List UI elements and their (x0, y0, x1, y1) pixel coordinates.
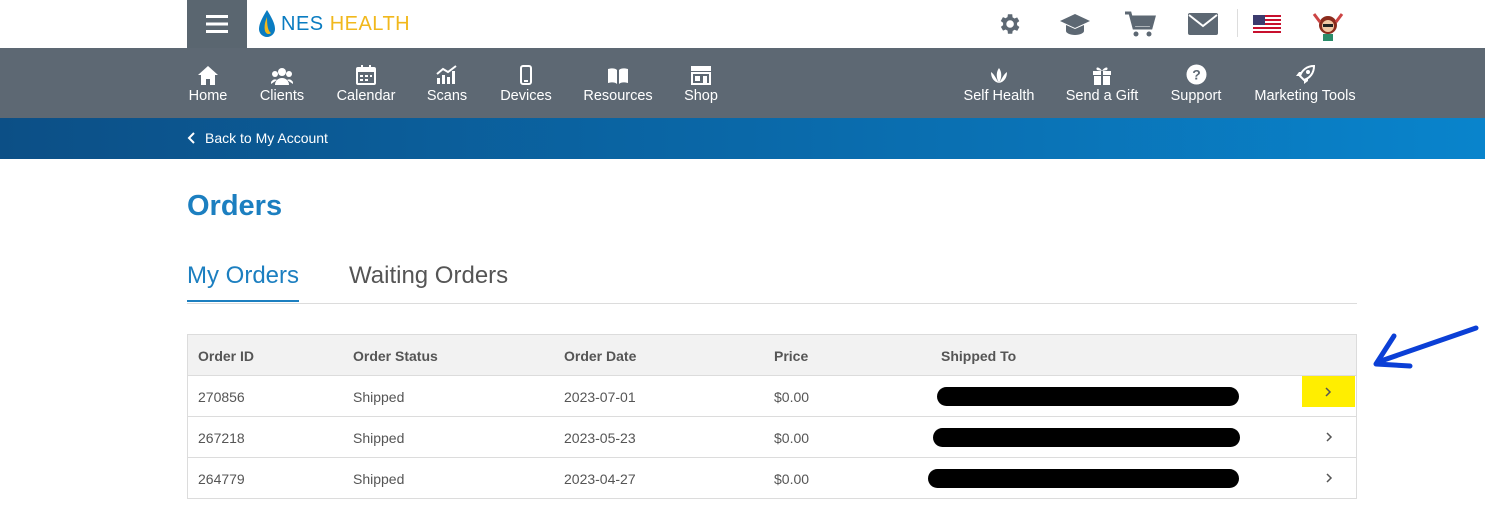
store-icon (690, 63, 712, 85)
column-header-order-date[interactable]: Order Date (564, 348, 636, 364)
droplet-icon (259, 10, 275, 37)
menu-button[interactable] (187, 0, 247, 48)
nav-label: Devices (500, 87, 552, 104)
table-row[interactable]: 270856 Shipped 2023-07-01 $0.00 (188, 376, 1356, 417)
page-title: Orders (187, 190, 283, 222)
brand-logo[interactable]: NES HEALTH (257, 8, 410, 40)
order-status: Shipped (353, 471, 405, 487)
order-price: $0.00 (774, 389, 810, 405)
mail-icon[interactable] (1187, 8, 1219, 40)
nav-label: Marketing Tools (1254, 87, 1356, 104)
brand-name-part2: HEALTH (329, 12, 411, 35)
main-nav: Home Clients Calendar Scans Devices Reso… (0, 48, 1485, 118)
home-icon (198, 63, 218, 85)
sub-header: Back to My Account (0, 118, 1485, 159)
gear-icon[interactable] (993, 8, 1025, 40)
order-date: 2023-05-23 (564, 430, 636, 446)
gift-icon (1092, 63, 1112, 85)
order-price: $0.00 (774, 430, 810, 446)
top-bar: NES HEALTH (0, 0, 1485, 48)
nav-label: Support (1170, 87, 1222, 104)
row-detail-button[interactable] (1302, 458, 1356, 498)
column-header-order-id[interactable]: Order ID (198, 348, 254, 364)
order-price: $0.00 (774, 471, 810, 487)
column-header-order-status[interactable]: Order Status (353, 348, 438, 364)
orders-table: Order ID Order Status Order Date Price S… (187, 334, 1357, 499)
redacted-address (933, 428, 1240, 447)
nav-label: Resources (583, 87, 653, 104)
nav-item-scans[interactable]: Scans (426, 48, 468, 118)
table-row[interactable]: 267218 Shipped 2023-05-23 $0.00 (188, 417, 1356, 458)
hamburger-icon (206, 15, 228, 33)
nav-label: Send a Gift (1065, 87, 1139, 104)
cart-icon[interactable] (1122, 8, 1158, 40)
row-detail-button[interactable] (1302, 376, 1355, 407)
tab-my-orders[interactable]: My Orders (187, 262, 300, 302)
chevron-right-icon (1325, 386, 1332, 397)
nav-item-support[interactable]: ? Support (1169, 48, 1223, 118)
column-header-price[interactable]: Price (774, 348, 808, 364)
nav-item-shop[interactable]: Shop (682, 48, 720, 118)
order-status: Shipped (353, 389, 405, 405)
phone-icon (520, 63, 532, 85)
question-icon: ? (1186, 63, 1207, 85)
divider (1237, 9, 1238, 37)
row-detail-button[interactable] (1302, 417, 1356, 457)
nav-label: Clients (259, 87, 305, 104)
chevron-right-icon (1325, 432, 1332, 442)
us-flag-icon[interactable] (1251, 8, 1283, 40)
nav-item-clients[interactable]: Clients (259, 48, 305, 118)
nav-item-self-health[interactable]: Self Health (963, 48, 1035, 118)
order-date: 2023-07-01 (564, 389, 636, 405)
annotation-arrow-icon (1373, 325, 1479, 369)
nav-item-resources[interactable]: Resources (583, 48, 653, 118)
calendar-icon (356, 63, 376, 85)
order-id: 267218 (198, 430, 245, 446)
avatar[interactable] (1310, 6, 1346, 42)
nav-item-marketing-tools[interactable]: Marketing Tools (1254, 48, 1356, 118)
redacted-address (937, 387, 1239, 406)
chevron-right-icon (1325, 473, 1332, 483)
order-id: 264779 (198, 471, 245, 487)
nav-label: Calendar (336, 87, 396, 104)
nav-label: Scans (426, 87, 468, 104)
table-row[interactable]: 264779 Shipped 2023-04-27 $0.00 (188, 458, 1356, 499)
nav-item-home[interactable]: Home (187, 48, 229, 118)
order-tabs: My Orders Waiting Orders (187, 258, 1357, 304)
graduation-cap-icon[interactable] (1057, 8, 1093, 40)
back-to-account-link[interactable]: Back to My Account (187, 130, 328, 146)
nav-label: Self Health (963, 87, 1035, 104)
table-header: Order ID Order Status Order Date Price S… (188, 335, 1356, 376)
lotus-icon (988, 63, 1010, 85)
order-status: Shipped (353, 430, 405, 446)
nav-label: Shop (684, 87, 718, 104)
redacted-address (928, 469, 1239, 488)
nav-item-calendar[interactable]: Calendar (336, 48, 396, 118)
chevron-left-icon (187, 132, 195, 144)
nav-item-send-a-gift[interactable]: Send a Gift (1065, 48, 1139, 118)
svg-text:?: ? (1192, 66, 1201, 82)
order-id: 270856 (198, 389, 245, 405)
order-date: 2023-04-27 (564, 471, 636, 487)
users-icon (271, 63, 293, 85)
nav-item-devices[interactable]: Devices (500, 48, 552, 118)
brand-name-part1: NES (281, 12, 324, 35)
nav-label: Home (188, 87, 228, 104)
chart-icon (436, 63, 458, 85)
tab-waiting-orders[interactable]: Waiting Orders (349, 262, 508, 300)
back-link-label: Back to My Account (205, 130, 328, 146)
column-header-shipped-to[interactable]: Shipped To (941, 348, 1016, 364)
book-icon (607, 63, 629, 85)
rocket-icon (1295, 63, 1315, 85)
